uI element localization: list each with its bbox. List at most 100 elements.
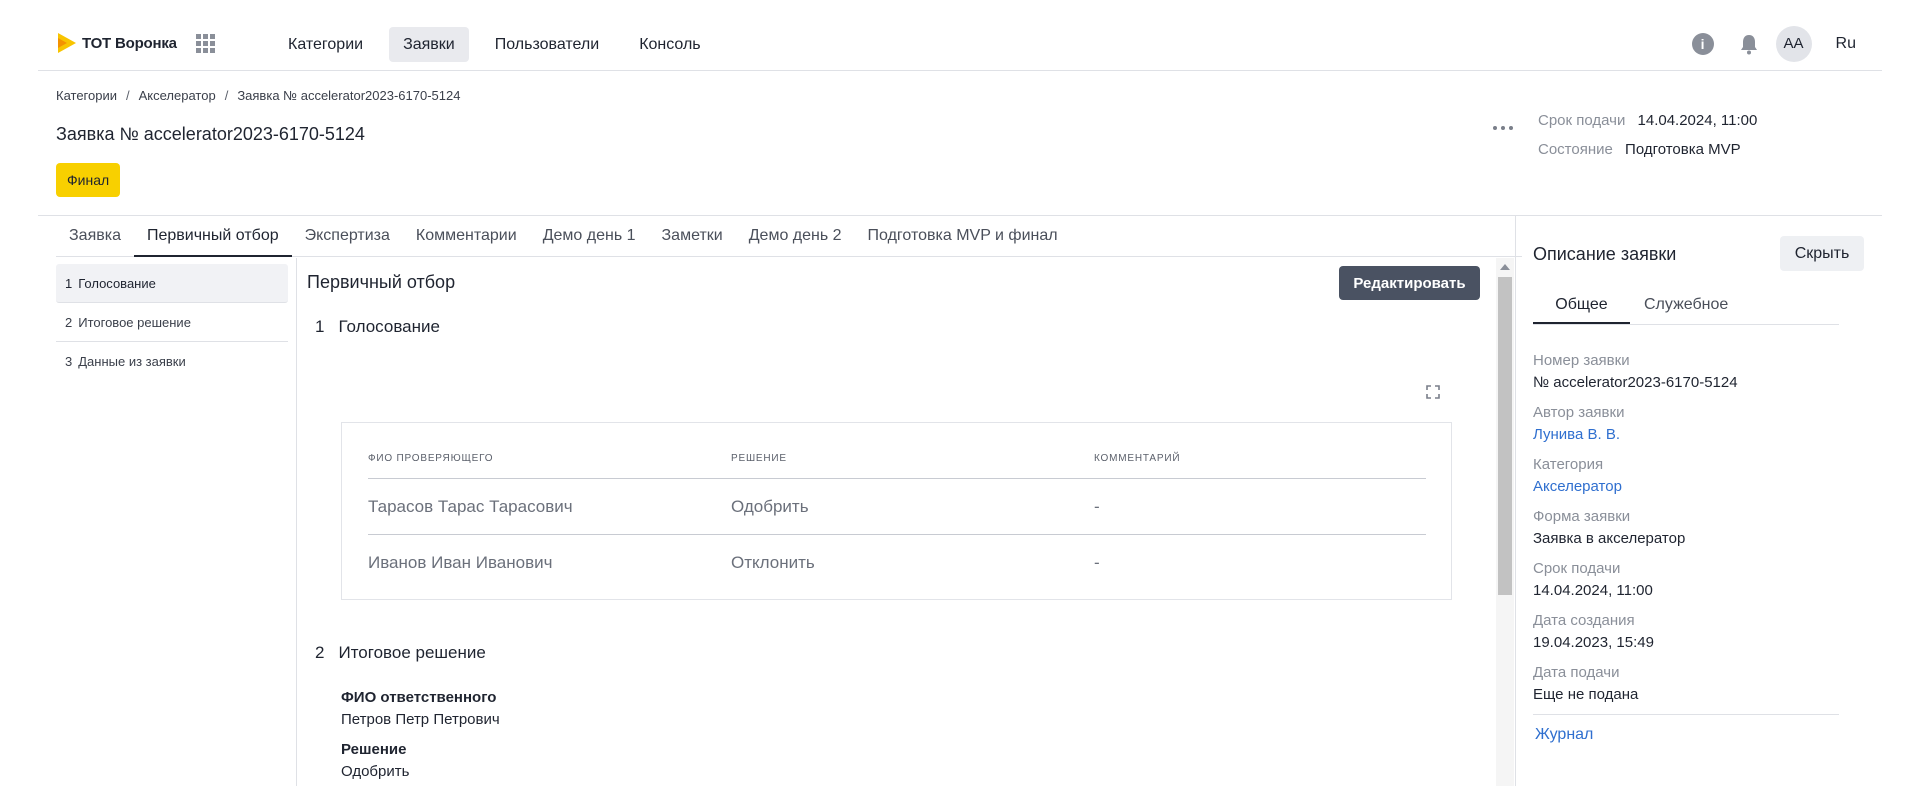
table-row-divider	[368, 534, 1426, 535]
left-divider	[296, 258, 297, 786]
field-value: Заявка в акселератор	[1533, 530, 1686, 547]
edit-button[interactable]: Редактировать	[1339, 266, 1480, 300]
field-label: Дата подачи	[1533, 664, 1620, 681]
top-navigation-bar: ТОТ Воронка Категории Заявки Пользовател…	[38, 0, 1882, 71]
meta-label: Состояние	[1538, 141, 1613, 158]
voting-heading: 1 Голосование	[315, 317, 440, 337]
right-panel-divider	[1515, 216, 1516, 786]
tab-application[interactable]: Заявка	[56, 216, 134, 256]
step-application-data[interactable]: 3 Данные из заявки	[56, 342, 288, 381]
field-label: Категория	[1533, 456, 1604, 473]
section-heading-text: Голосование	[338, 317, 440, 336]
field-author: Автор заявки Лунива В. В.	[1533, 404, 1624, 447]
nav-item-console[interactable]: Консоль	[625, 27, 714, 62]
breadcrumb-accelerator[interactable]: Акселератор	[139, 88, 216, 103]
field-submitted: Дата подачи Еще не подана	[1533, 664, 1638, 707]
right-panel-bottom-divider	[1533, 714, 1839, 715]
step-label: Голосование	[78, 276, 156, 291]
field-label: Форма заявки	[1533, 508, 1631, 525]
tab-general[interactable]: Общее	[1533, 287, 1630, 324]
step-number: 1	[65, 276, 73, 291]
field-value: № accelerator2023-6170-5124	[1533, 374, 1738, 391]
right-panel-title: Описание заявки	[1533, 244, 1677, 264]
section-number: 2	[315, 643, 325, 662]
decision-value: Одобрить	[341, 763, 410, 780]
field-deadline: Срок подачи 14.04.2024, 11:00	[1533, 560, 1653, 603]
step-final-decision[interactable]: 2 Итоговое решение	[56, 303, 288, 342]
cell-decision: Одобрить	[731, 497, 809, 516]
column-header-decision: Решение	[731, 453, 787, 464]
app-logo[interactable]: ТОТ Воронка	[56, 32, 177, 54]
column-header-comment: Комментарий	[1094, 453, 1181, 464]
field-value: 14.04.2024, 11:00	[1533, 582, 1653, 599]
step-voting[interactable]: 1 Голосование	[56, 264, 288, 303]
language-switch[interactable]: Ru	[1836, 35, 1856, 53]
meta-deadline: Срок подачи 14.04.2024, 11:00	[1538, 112, 1757, 129]
cell-comment: -	[1094, 497, 1100, 516]
voting-table: ФИО проверяющего Решение Комментарий Тар…	[341, 422, 1452, 600]
apps-grid-icon[interactable]	[196, 34, 215, 53]
scroll-up-arrow-icon[interactable]	[1500, 264, 1510, 270]
meta-value: Подготовка MVP	[1625, 141, 1741, 158]
tab-demo-day-1[interactable]: Демо день 1	[530, 216, 649, 256]
breadcrumb: Категории / Акселератор / Заявка № accel…	[56, 88, 460, 103]
step-label: Итоговое решение	[78, 315, 191, 330]
column-header-reviewer: ФИО проверяющего	[368, 453, 494, 464]
bell-icon[interactable]	[1738, 33, 1760, 55]
tab-demo-day-2[interactable]: Демо день 2	[736, 216, 855, 256]
nav-item-categories[interactable]: Категории	[274, 27, 377, 62]
section-number: 1	[315, 317, 325, 336]
decision-label: Решение	[341, 741, 407, 758]
main-nav: Категории Заявки Пользователи Консоль	[274, 27, 727, 62]
step-number: 2	[65, 315, 73, 330]
more-options-icon[interactable]	[1493, 125, 1513, 131]
section-stepper: 1 Голосование 2 Итоговое решение 3 Данные и…	[56, 264, 288, 381]
field-form: Форма заявки Заявка в акселератор	[1533, 508, 1685, 551]
info-icon[interactable]: i	[1691, 33, 1714, 55]
nav-item-users[interactable]: Пользователи	[481, 27, 613, 62]
tab-primary-selection[interactable]: Первичный отбор	[133, 216, 292, 257]
tab-mvp-final[interactable]: Подготовка MVP и финал	[855, 216, 1071, 256]
final-decision-heading: 2 Итоговое решение	[315, 643, 486, 663]
hide-button[interactable]: Скрыть	[1780, 236, 1864, 271]
responsible-label: ФИО ответственного	[341, 689, 497, 706]
page-title: Заявка № accelerator2023-6170-5124	[56, 124, 365, 144]
breadcrumb-current: Заявка № accelerator2023-6170-5124	[237, 88, 461, 103]
step-number: 3	[65, 354, 73, 369]
field-label: Дата создания	[1533, 612, 1635, 629]
tab-service[interactable]: Служебное	[1630, 287, 1750, 324]
field-label: Срок подачи	[1533, 560, 1621, 577]
breadcrumb-separator: /	[224, 88, 229, 103]
cell-decision: Отклонить	[731, 553, 815, 572]
scrollbar-thumb[interactable]	[1498, 277, 1512, 595]
field-category: Категория Акселератор	[1533, 456, 1622, 499]
cell-comment: -	[1094, 553, 1100, 572]
nav-item-applications[interactable]: Заявки	[389, 27, 469, 62]
field-value: 19.04.2023, 15:49	[1533, 634, 1654, 651]
responsible-value: Петров Петр Петрович	[341, 711, 500, 728]
section-heading-text: Итоговое решение	[338, 643, 486, 662]
journal-link[interactable]: Журнал	[1535, 726, 1593, 744]
fullscreen-icon[interactable]	[1426, 385, 1440, 399]
top-right-controls: i AA Ru	[1691, 26, 1856, 62]
tab-expertise[interactable]: Экспертиза	[292, 216, 403, 256]
tab-notes[interactable]: Заметки	[649, 216, 736, 256]
cell-reviewer: Тарасов Тарас Тарасович	[368, 497, 573, 516]
section-title: Первичный отбор	[307, 272, 456, 292]
breadcrumb-categories[interactable]: Категории	[56, 88, 117, 103]
author-link[interactable]: Лунива В. В.	[1533, 426, 1624, 447]
field-created: Дата создания 19.04.2023, 15:49	[1533, 612, 1654, 655]
app-logo-text: ТОТ Воронка	[82, 34, 177, 52]
tab-comments[interactable]: Комментарии	[403, 216, 530, 256]
field-application-number: Номер заявки № accelerator2023-6170-5124	[1533, 352, 1738, 395]
category-link[interactable]: Акселератор	[1533, 478, 1622, 499]
meta-value: 14.04.2024, 11:00	[1637, 112, 1758, 129]
step-label: Данные из заявки	[78, 354, 186, 369]
user-avatar[interactable]: AA	[1775, 26, 1812, 62]
application-tabs: Заявка Первичный отбор Экспертиза Коммен…	[56, 216, 1522, 257]
right-panel-tabs: Общее Служебное	[1533, 287, 1839, 325]
cell-reviewer: Иванов Иван Иванович	[368, 553, 553, 572]
field-label: Номер заявки	[1533, 352, 1630, 369]
logo-icon	[58, 33, 76, 53]
breadcrumb-separator: /	[126, 88, 130, 103]
